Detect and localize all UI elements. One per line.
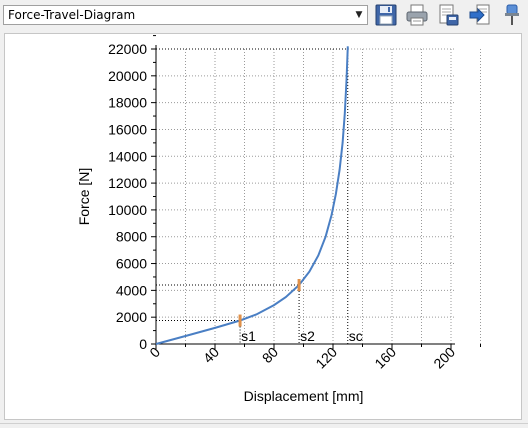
- status-divider: [0, 423, 528, 424]
- y-tick-label: 18000: [108, 95, 147, 111]
- x-axis-label: Displacement [mm]: [244, 388, 364, 404]
- y-tick-label: 8000: [116, 229, 147, 245]
- x-tick-label: 40: [200, 344, 222, 366]
- print-preview-button[interactable]: [436, 3, 460, 27]
- x-tick-label: 0: [146, 344, 163, 361]
- y-tick-label: 12000: [108, 175, 147, 191]
- y-tick-label: 14000: [108, 148, 147, 164]
- marker-guides: [156, 48, 349, 344]
- export-button[interactable]: [468, 3, 492, 27]
- chart-axes: [151, 35, 481, 349]
- print-icon: [406, 4, 428, 26]
- export-icon: [469, 4, 490, 25]
- y-axis-label: Force [N]: [76, 168, 92, 226]
- print-preview-icon: [439, 4, 459, 26]
- toolbar: Force-Travel-Diagram ▼: [0, 0, 528, 32]
- diagram-select[interactable]: Force-Travel-Diagram ▼: [3, 5, 368, 25]
- chart-panel: 0 2000 4000 6000 8000 10000 12000 14000 16000 180…: [4, 33, 522, 420]
- y-tick-label: 10000: [108, 202, 147, 218]
- x-tick-labels: 0 40 80 120 160 200: [146, 344, 458, 372]
- marker-label-s2: s2: [300, 328, 315, 344]
- pin-button[interactable]: [500, 3, 524, 27]
- y-tick-label: 22000: [108, 41, 147, 57]
- force-curve-line: [155, 46, 349, 345]
- y-tick-label: 2000: [116, 309, 147, 325]
- marker-label-sc: sc: [349, 328, 363, 344]
- y-tick-label: 6000: [116, 256, 147, 272]
- y-tick-labels: 0200040006000800010000120001400016000180…: [108, 41, 147, 352]
- save-button[interactable]: [374, 3, 398, 27]
- marker-label-s1: s1: [241, 328, 256, 344]
- print-button[interactable]: [405, 3, 429, 27]
- y-tick-label: 4000: [116, 282, 147, 298]
- chart-grid: [156, 48, 481, 344]
- chart-markers: s1 s2 sc: [238, 279, 363, 344]
- force-travel-chart: 0 2000 4000 6000 8000 10000 12000 14000 16000 180…: [76, 35, 481, 404]
- x-tick-label: 200: [430, 344, 458, 372]
- y-tick-label: 20000: [108, 68, 147, 84]
- y-tick-label: 16000: [108, 121, 147, 137]
- x-tick-label: 80: [259, 344, 281, 366]
- pin-icon: [505, 4, 519, 25]
- x-tick-label: 160: [371, 344, 399, 372]
- x-tick-label: 120: [312, 344, 340, 372]
- diagram-select-value: Force-Travel-Diagram: [8, 8, 136, 22]
- save-icon: [375, 4, 397, 26]
- dropdown-arrow-icon[interactable]: ▼: [354, 6, 364, 24]
